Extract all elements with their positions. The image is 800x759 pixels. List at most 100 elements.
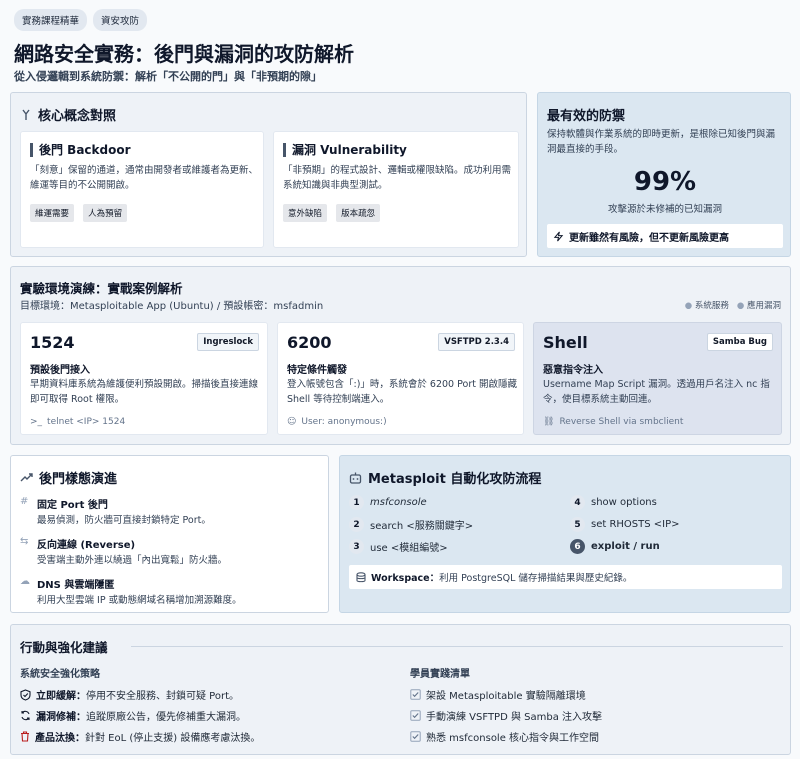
metasploit-step: 5 set RHOSTS <IP> — [570, 517, 680, 532]
fork-icon — [20, 109, 32, 121]
action-label: 立即緩解： — [36, 691, 86, 702]
backdoor-desc: 「刻意」保留的通道，通常由開發者或維護者為更新、維運等目的不公開開啟。 — [30, 165, 259, 191]
metasploit-panel: Metasploit 自動化攻防流程 1 msfconsole 2 search… — [339, 455, 791, 613]
action-text: 針對 EoL (停止支援) 設備應考慮汰換。 — [85, 733, 261, 744]
vuln-desc: 「非預期」的程式設計、邏輯或權限缺陷。成功利用需系統知識與非典型測試。 — [283, 165, 512, 191]
lab-card-badge: Samba Bug — [706, 333, 773, 351]
workspace-note: Workspace： 利用 PostgreSQL 儲存掃描結果與歷史紀錄。 — [349, 565, 782, 589]
metasploit-title: Metasploit 自動化攻防流程 — [368, 472, 542, 487]
checkbox-icon — [410, 710, 421, 721]
evolution-item-desc: 受害端主動外連以繞過「內出寬鬆」防火牆。 — [37, 555, 228, 566]
actions-panel: 行動與強化建議 系統安全強化策略 學員實踐清單 立即緩解： 停用不安全服務、封鎖… — [10, 624, 791, 755]
checklist-item: 熟悉 msfconsole 核心指令與工作空間 — [410, 729, 599, 744]
step-text: search <服務關鍵字> — [370, 521, 474, 532]
backdoor-card: 後門 Backdoor 「刻意」保留的通道，通常由開發者或維護者為更新、維運等目… — [20, 131, 264, 248]
lab-card-badge: VSFTPD 2.3.4 — [438, 333, 515, 351]
lab-card-head: 特定條件觸發 — [287, 365, 347, 376]
lab-card-big: 6200 — [287, 333, 332, 352]
defense-callout: 更新雖然有風險，但不更新風險更高 — [547, 224, 783, 248]
evolution-title: 後門樣態演進 — [39, 472, 118, 487]
link-icon: ⛓ — [543, 417, 555, 427]
lab-card-head: 惡意指令注入 — [543, 365, 603, 376]
actions-left-title: 系統安全強化策略 — [20, 669, 100, 680]
checklist-item: 架設 Metasploitable 實驗隔離環境 — [410, 687, 586, 702]
lab-card-desc: Username Map Script 漏洞。透過用戶名注入 nc 指令，使目標… — [543, 379, 770, 405]
smile-icon: ☺ — [287, 417, 297, 427]
lab-env: 目標環境：Metasploitable App (Ubuntu) / 預設帳密：… — [20, 301, 324, 312]
evolution-item-head: DNS 與雲端隱匿 — [37, 580, 115, 591]
step-number: 4 — [570, 495, 585, 510]
lab-card: 6200 VSFTPD 2.3.4 特定條件觸發 登入帳號包含「:)」時，系統會… — [277, 322, 524, 435]
evolution-item-head: 固定 Port 後門 — [37, 500, 108, 511]
lab-card-big: Shell — [543, 333, 588, 352]
step-text: set RHOSTS <IP> — [591, 519, 680, 530]
lab-card-hint: User: anonymous:) — [301, 417, 387, 427]
step-number: 5 — [570, 517, 585, 532]
step-number: 6 — [570, 539, 585, 554]
defense-title: 最有效的防禦 — [547, 109, 626, 124]
swap-icon: ⇆ — [20, 536, 29, 547]
lab-card-hint: telnet <IP> 1524 — [47, 417, 126, 427]
trend-icon — [20, 472, 33, 483]
step-text: msfconsole — [370, 497, 427, 508]
lab-card-big: 1524 — [30, 333, 75, 352]
checkbox-icon — [410, 731, 421, 742]
metasploit-step: 6 exploit / run — [570, 539, 660, 554]
legend-item: 應用漏洞 — [746, 301, 781, 311]
defense-desc: 保持軟體與作業系統的即時更新，是根除已知後門與漏洞最直接的手段。 — [547, 129, 776, 155]
concepts-title: 核心概念對照 — [38, 109, 117, 124]
vuln-title: 漏洞 Vulnerability — [283, 143, 407, 157]
step-text: exploit / run — [591, 541, 660, 552]
robot-icon — [349, 472, 362, 484]
terminal-icon: >_ — [30, 417, 43, 427]
cloud-icon: ☁ — [20, 576, 30, 587]
actions-title: 行動與強化建議 — [20, 640, 108, 655]
checklist-text: 熟悉 msfconsole 核心指令與工作空間 — [426, 733, 600, 744]
lab-card-hint: Reverse Shell via smbclient — [559, 417, 684, 427]
lab-card: 1524 Ingreslock 預設後門接入 早期資料庫系統為維護便利預設開啟。… — [20, 322, 268, 435]
metasploit-step: 2 search <服務關鍵字> — [349, 517, 473, 532]
legend-item: 系統服務 — [694, 301, 729, 311]
lab-card-desc: 登入帳號包含「:)」時，系統會於 6200 Port 開啟隱藏 Shell 等待… — [287, 379, 517, 405]
lab-card-head: 預設後門接入 — [30, 365, 90, 376]
defense-callout-text: 更新雖然有風險，但不更新風險更高 — [569, 232, 729, 244]
evolution-item-desc: 利用大型雲端 IP 或動態網域名稱增加溯源難度。 — [37, 595, 242, 606]
action-text: 追蹤原廠公告，優先修補重大漏洞。 — [86, 712, 246, 723]
defense-stat: 99% — [633, 167, 697, 197]
evolution-panel: 後門樣態演進 # 固定 Port 後門 最易偵測，防火牆可直接封鎖特定 Port… — [10, 455, 329, 613]
action-label: 產品汰換： — [35, 733, 85, 744]
page-title: 網路安全實務：後門與漏洞的攻防解析 — [14, 42, 354, 66]
action-item: 產品汰換： 針對 EoL (停止支援) 設備應考慮汰換。 — [20, 729, 260, 744]
tag: 實務課程精華 — [14, 9, 88, 31]
action-item: 漏洞修補： 追蹤原廠公告，優先修補重大漏洞。 — [20, 708, 246, 723]
lab-card: Shell Samba Bug 惡意指令注入 Username Map Scri… — [533, 322, 782, 435]
concepts-panel: 核心概念對照 後門 Backdoor 「刻意」保留的通道，通常由開發者或維護者為… — [10, 92, 527, 257]
checklist-text: 架設 Metasploitable 實驗隔離環境 — [426, 691, 586, 702]
step-number: 3 — [349, 539, 364, 554]
tag: 資安攻防 — [93, 9, 148, 31]
checklist-text: 手動演練 VSFTPD 與 Samba 注入攻擊 — [426, 712, 603, 723]
step-number: 2 — [349, 517, 364, 532]
checklist-item: 手動演練 VSFTPD 與 Samba 注入攻擊 — [410, 708, 602, 723]
hash-icon: # — [20, 496, 29, 507]
action-label: 漏洞修補： — [36, 712, 86, 723]
database-icon — [356, 571, 366, 583]
backdoor-tag: 維運需要 — [30, 204, 75, 222]
step-text: show options — [591, 497, 657, 508]
lab-title: 實驗環境演練：實戰案例解析 — [20, 281, 183, 296]
actions-right-title: 學員實踐清單 — [410, 669, 470, 680]
action-text: 停用不安全服務、封鎖可疑 Port。 — [86, 691, 240, 702]
step-text: use <模組編號> — [370, 543, 448, 554]
evolution-item-desc: 最易偵測，防火牆可直接封鎖特定 Port。 — [37, 515, 211, 526]
tag-list: 實務課程精華 資安攻防 — [14, 9, 148, 31]
refresh-icon — [20, 710, 31, 721]
action-item: 立即緩解： 停用不安全服務、封鎖可疑 Port。 — [20, 687, 239, 702]
divider — [131, 646, 783, 647]
metasploit-step: 1 msfconsole — [349, 495, 427, 510]
vuln-tag: 意外缺陷 — [283, 204, 328, 222]
shield-check-icon — [20, 688, 31, 701]
backdoor-tag: 人為預留 — [83, 204, 128, 222]
lab-panel: 實驗環境演練：實戰案例解析 目標環境：Metasploitable App (U… — [10, 266, 791, 445]
defense-stat-label: 攻擊源於未修補的已知漏洞 — [607, 204, 722, 215]
lab-card-desc: 早期資料庫系統為維護便利預設開啟。掃描後直接連線即可取得 Root 權限。 — [30, 379, 259, 405]
